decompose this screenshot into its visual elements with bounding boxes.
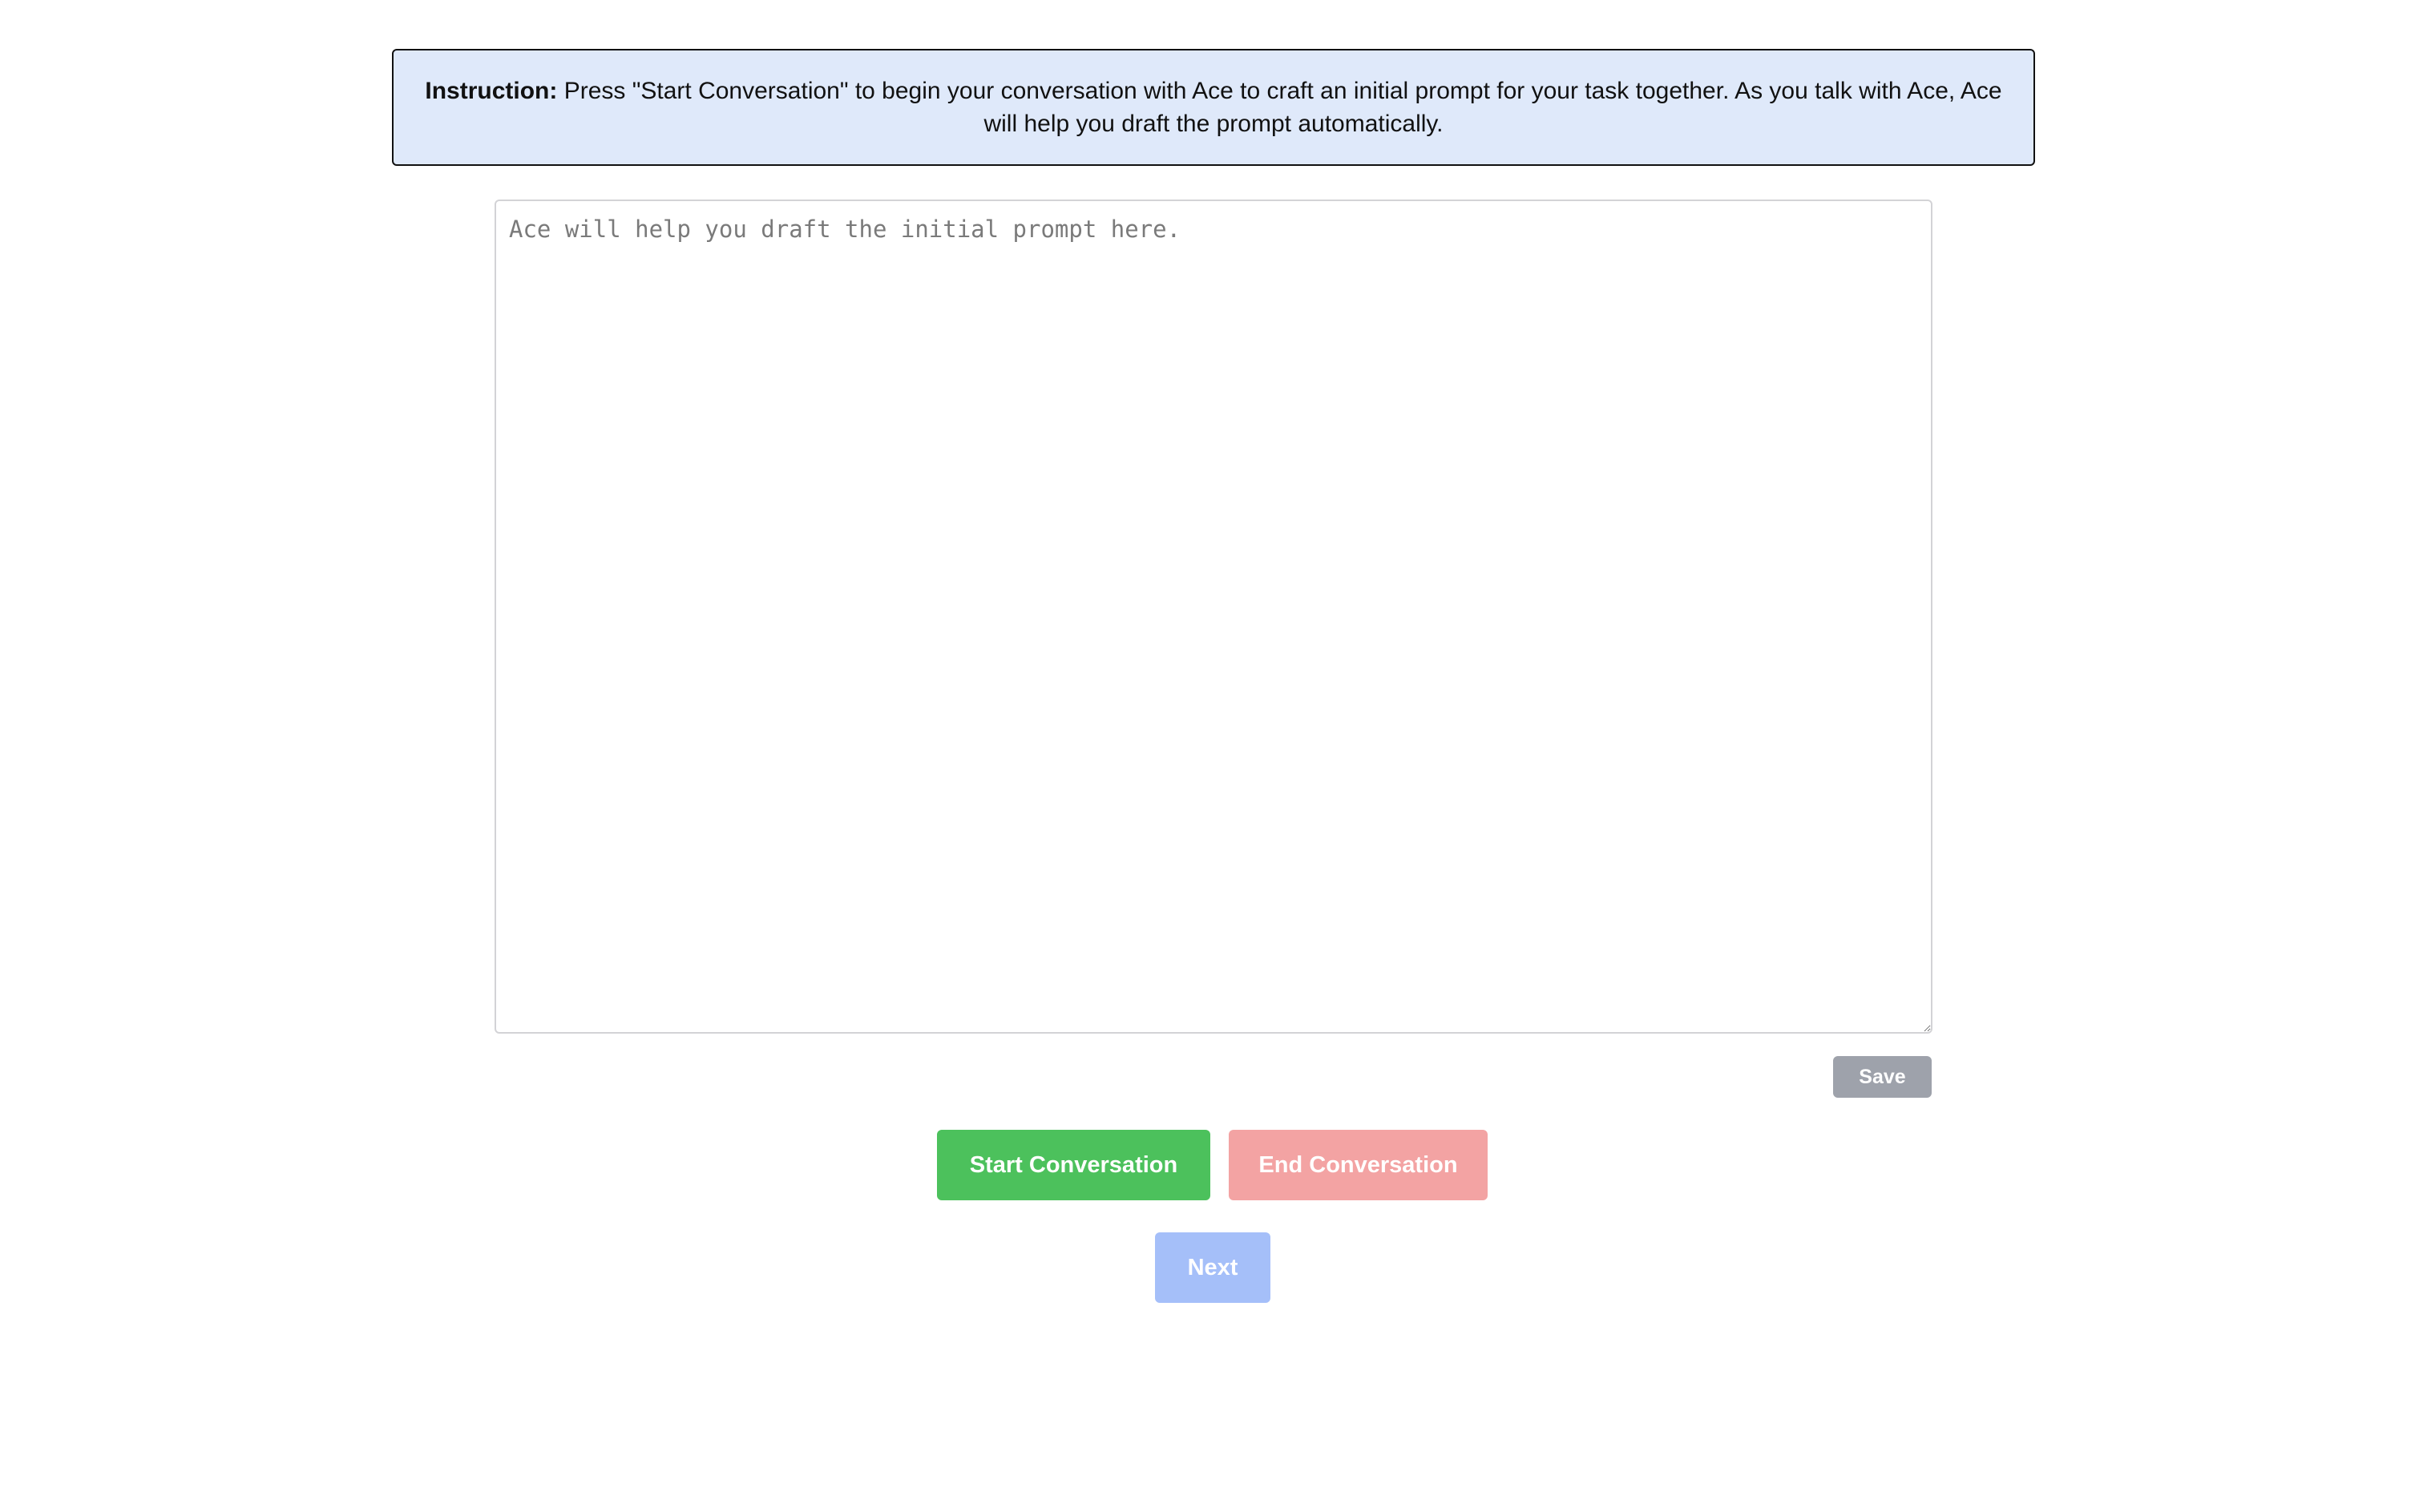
start-conversation-button[interactable]: Start Conversation [937, 1130, 1210, 1200]
end-conversation-button[interactable]: End Conversation [1229, 1130, 1488, 1200]
prompt-draft-textarea[interactable] [495, 200, 1932, 1034]
save-button[interactable]: Save [1833, 1056, 1932, 1098]
instruction-banner: Instruction: Press "Start Conversation" … [392, 49, 2035, 166]
next-button[interactable]: Next [1155, 1232, 1270, 1303]
instruction-text: Press "Start Conversation" to begin your… [557, 78, 2002, 137]
instruction-content: Instruction: Press "Start Conversation" … [418, 75, 2009, 140]
instruction-label: Instruction: [425, 78, 558, 104]
